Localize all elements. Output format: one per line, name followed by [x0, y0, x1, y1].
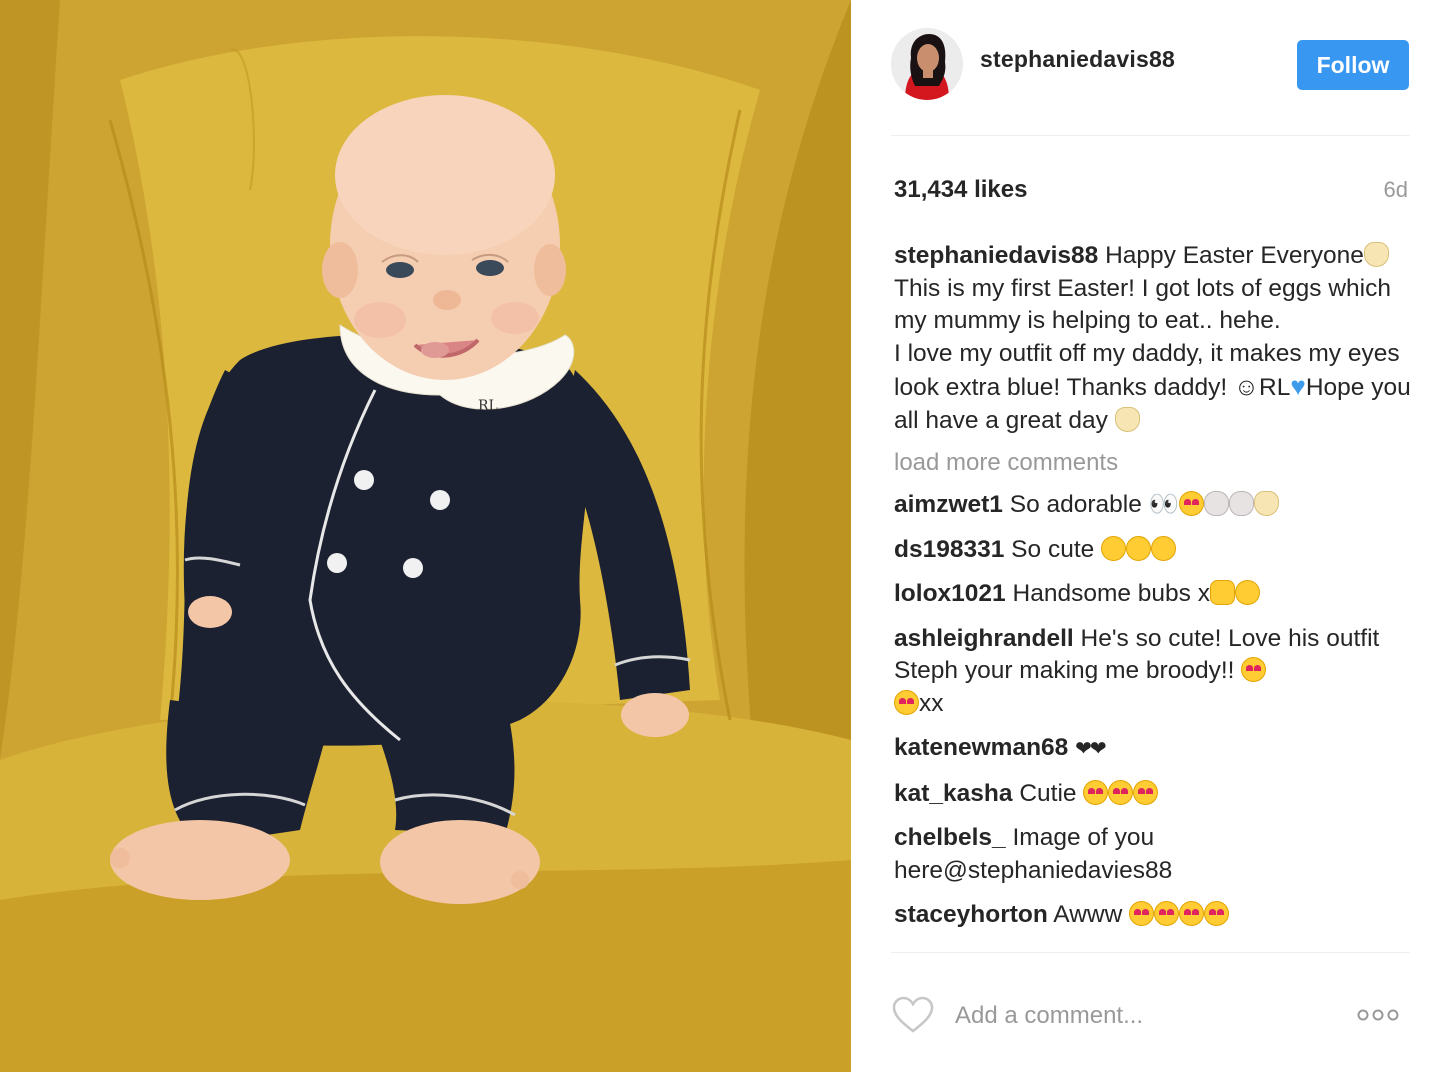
comment-item: lolox1021 Handsome bubs x — [894, 578, 1414, 611]
eyes-emoji-icon: 👀 — [1148, 491, 1180, 518]
post-header: stephaniedavis88 Follow — [851, 0, 1440, 136]
load-more-comments-link[interactable]: load more comments — [894, 449, 1414, 477]
comments-divider — [891, 952, 1410, 953]
kissing-face-emoji-icon — [1101, 535, 1127, 561]
comment-username[interactable]: aimzwet1 — [894, 491, 1003, 518]
hatching-chick-emoji-icon — [1363, 242, 1389, 267]
comments-section: stephaniedavis88 Happy Easter Everyone Th… — [894, 240, 1414, 952]
heart-eyes-emoji-icon — [1179, 901, 1205, 926]
header-divider — [891, 135, 1410, 136]
comment-username[interactable]: staceyhorton — [894, 901, 1048, 928]
comment-username[interactable]: kat_kasha — [894, 780, 1013, 807]
add-comment-input[interactable] — [955, 997, 1335, 1035]
kissing-face-emoji-icon — [1126, 535, 1152, 561]
svg-text:RL: RL — [478, 398, 498, 414]
raised-hands-emoji-icon — [1209, 580, 1235, 605]
more-options-icon[interactable] — [1356, 1008, 1400, 1022]
bunny-emoji-icon — [1229, 491, 1255, 516]
post-caption: stephaniedavis88 Happy Easter Everyone Th… — [894, 240, 1414, 437]
comment-username[interactable]: chelbels_ — [894, 824, 1006, 851]
comment-item: staceyhorton Awww — [894, 899, 1414, 932]
caption-username[interactable]: stephaniedavis88 — [894, 242, 1098, 269]
comment-item: ds198331 So cute — [894, 534, 1414, 567]
post-age[interactable]: 6d — [1384, 177, 1408, 203]
bunny-emoji-icon — [1204, 491, 1230, 516]
avatar[interactable] — [891, 28, 963, 100]
heart-eyes-emoji-icon — [1154, 901, 1180, 926]
post-photo[interactable]: RL — [0, 0, 851, 1072]
comment-item: katenewman68 ❤❤ — [894, 732, 1414, 766]
heart-eyes-emoji-icon — [1241, 657, 1267, 682]
heart-eyes-emoji-icon — [894, 689, 919, 715]
kissing-face-emoji-icon — [1151, 535, 1177, 561]
likes-count[interactable]: 31,434 likes — [894, 176, 1027, 204]
hatching-chick-emoji-icon — [1254, 491, 1280, 516]
caption-text-4: ☺RL — [1234, 374, 1291, 401]
follow-button[interactable]: Follow — [1297, 40, 1409, 90]
author-username[interactable]: stephaniedavis88 — [980, 46, 1175, 73]
comment-username[interactable]: lolox1021 — [894, 580, 1006, 607]
comment-text: So cute — [1004, 535, 1102, 563]
caption-text-1: Happy Easter Everyone — [1098, 242, 1364, 269]
caption-text-2: This is my first Easter! I got lots of e… — [894, 274, 1391, 335]
baby-photo-illustration: RL — [0, 0, 851, 1072]
comment-text: Handsome bubs x — [1005, 580, 1210, 607]
comment-item: kat_kasha Cutie — [894, 778, 1414, 811]
comment-username[interactable]: ds198331 — [894, 536, 1004, 563]
black-hearts-icon: ❤❤ — [1075, 738, 1106, 760]
comment-text: Awww — [1047, 901, 1130, 928]
heart-eyes-emoji-icon — [1108, 779, 1134, 805]
comment-item: aimzwet1 So adorable 👀 — [894, 489, 1414, 522]
comment-username[interactable]: ashleighrandell — [894, 625, 1074, 652]
comment-item: ashleighrandell He's so cute! Love his o… — [894, 623, 1414, 721]
face-blowing-kiss-emoji-icon — [1234, 580, 1260, 605]
hatching-chick-emoji-icon — [1114, 406, 1140, 432]
blue-heart-icon: ♥ — [1290, 371, 1306, 401]
comment-username[interactable]: katenewman68 — [894, 734, 1068, 761]
profile-photo-icon — [891, 28, 963, 100]
comment-item: chelbels_ Image of you here@stephaniedav… — [894, 822, 1414, 887]
comment-tail: xx — [919, 689, 944, 717]
heart-eyes-emoji-icon — [1083, 779, 1109, 805]
post-sidebar: stephaniedavis88 Follow 31,434 likes 6d … — [851, 0, 1440, 1072]
heart-outline-icon[interactable] — [892, 996, 934, 1034]
heart-eyes-emoji-icon — [1133, 779, 1159, 805]
heart-eyes-emoji-icon — [1129, 901, 1155, 926]
smiling-face-emoji-icon — [1179, 491, 1205, 516]
heart-eyes-emoji-icon — [1204, 901, 1230, 926]
comment-text: So adorable — [1002, 491, 1149, 518]
comment-text: Cutie — [1012, 779, 1084, 807]
